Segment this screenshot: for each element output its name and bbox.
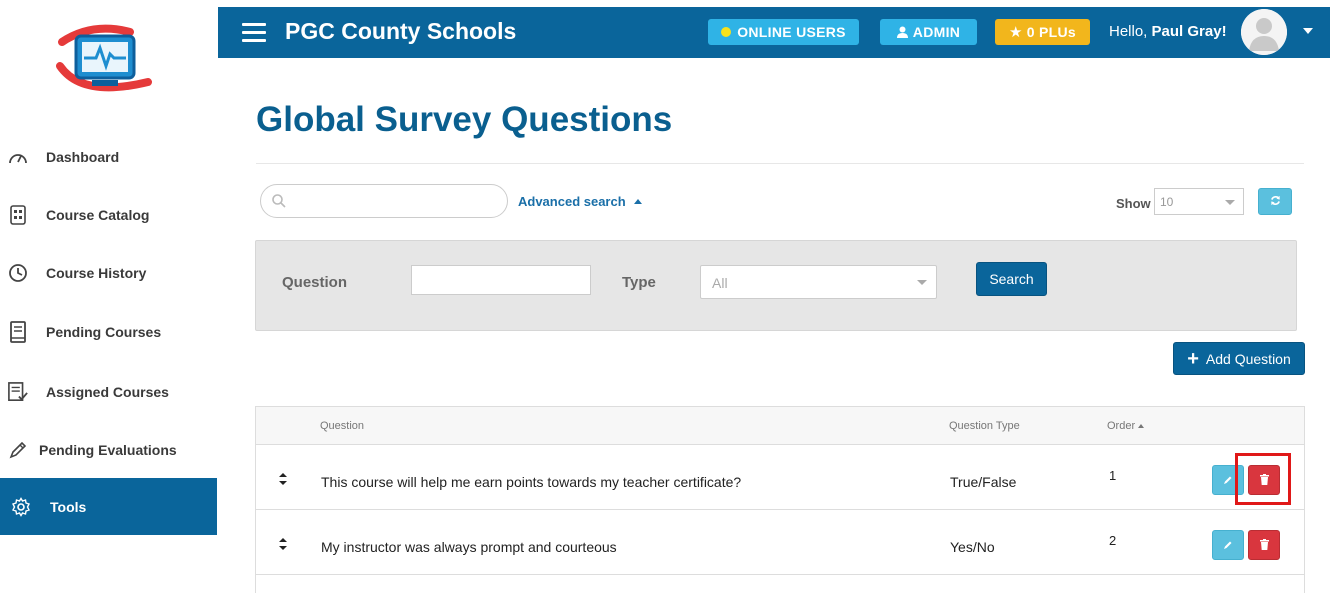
drag-handle-icon[interactable] — [278, 472, 288, 488]
sidebar-item-course-catalog[interactable]: Course Catalog — [0, 186, 217, 244]
star-icon: ★ — [1008, 24, 1023, 41]
pencil-icon — [1223, 537, 1233, 553]
question-type-cell: True/False — [950, 474, 1017, 490]
sort-asc-icon — [1138, 424, 1145, 428]
show-label: Show — [1116, 196, 1151, 211]
type-filter-select[interactable]: All — [700, 265, 937, 299]
plus-label: 0 PLUs — [1026, 24, 1076, 40]
table-row: My instructor was always prompt and cour… — [256, 510, 1304, 575]
search-icon — [271, 193, 287, 214]
sidebar-item-label: Course History — [46, 265, 147, 281]
advanced-search-label: Advanced search — [518, 194, 626, 209]
sidebar-item-dashboard[interactable]: Dashboard — [0, 128, 217, 186]
sidebar-item-label: Pending Courses — [46, 324, 162, 340]
delete-button-highlight — [1235, 453, 1291, 505]
question-cell: This course will help me earn points tow… — [321, 474, 742, 490]
sidebar-item-pending-evaluations[interactable]: Pending Evaluations — [0, 421, 217, 479]
sidebar-item-tools[interactable]: Tools — [0, 478, 217, 535]
plus-points-button[interactable]: ★ 0 PLUs — [995, 19, 1090, 45]
search-box[interactable] — [260, 184, 508, 218]
logo[interactable] — [52, 22, 158, 98]
column-header-order[interactable]: Order — [1107, 420, 1145, 432]
brand-title[interactable]: PGC County Schools — [285, 18, 516, 45]
question-type-cell: Yes/No — [950, 539, 995, 555]
hamburger-menu-icon[interactable] — [242, 23, 266, 42]
refresh-button[interactable] — [1258, 188, 1292, 215]
column-header-question[interactable]: Question — [320, 420, 364, 432]
sidebar-item-course-history[interactable]: Course History — [0, 244, 217, 302]
column-header-order-label: Order — [1107, 420, 1136, 432]
pencil-icon — [8, 440, 28, 460]
search-button[interactable]: Search — [976, 262, 1047, 296]
sidebar-item-pending-courses[interactable]: Pending Courses — [0, 303, 217, 361]
admin-button[interactable]: ADMIN — [880, 19, 977, 45]
user-name: Paul Gray! — [1151, 23, 1227, 40]
question-cell: My instructor was always prompt and cour… — [321, 539, 617, 555]
sidebar-item-label: Pending Evaluations — [39, 442, 177, 458]
book-icon — [8, 321, 28, 343]
search-input[interactable] — [291, 191, 491, 211]
column-header-question-type[interactable]: Question Type — [949, 420, 1020, 432]
add-question-label: Add Question — [1205, 350, 1291, 367]
type-filter-value: All — [712, 275, 728, 291]
catalog-icon — [8, 205, 28, 225]
chevron-down-icon — [1225, 200, 1235, 205]
edit-button[interactable] — [1212, 530, 1244, 560]
sidebar-item-label: Tools — [50, 498, 87, 515]
sidebar-item-assigned-courses[interactable]: Assigned Courses — [0, 363, 217, 421]
pencil-icon — [1223, 472, 1233, 488]
admin-label: ADMIN — [912, 24, 961, 40]
gear-icon — [11, 496, 31, 517]
plus-icon: + — [1187, 347, 1199, 370]
questions-table: Question Question Type Order This course… — [255, 406, 1305, 593]
status-dot-icon — [721, 27, 732, 37]
refresh-icon — [1270, 193, 1281, 211]
checklist-icon — [8, 382, 28, 402]
table-row: This course will help me earn points tow… — [256, 445, 1304, 510]
sidebar-item-label: Dashboard — [46, 149, 120, 165]
advanced-search-toggle[interactable]: Advanced search — [518, 194, 642, 209]
user-menu-chevron-down-icon[interactable] — [1303, 28, 1313, 34]
sidebar-item-label: Assigned Courses — [46, 384, 169, 400]
user-icon — [896, 26, 908, 38]
caret-up-icon — [633, 199, 642, 204]
advanced-search-panel: Question Type All Search — [255, 240, 1297, 331]
type-filter-label: Type — [622, 274, 656, 291]
sidebar-item-label: Course Catalog — [46, 207, 150, 223]
chevron-down-icon — [917, 280, 927, 285]
page-size-select[interactable]: 10 — [1154, 188, 1244, 215]
user-greeting: Hello, Paul Gray! — [1109, 23, 1227, 40]
add-question-button[interactable]: + Add Question — [1173, 342, 1305, 375]
sidebar: Dashboard Course Catalog Course History … — [0, 0, 217, 593]
avatar[interactable] — [1241, 9, 1287, 55]
clock-icon — [8, 263, 28, 283]
page-size-value: 10 — [1160, 195, 1174, 209]
table-header: Question Question Type Order — [256, 407, 1304, 445]
speedometer-icon — [8, 147, 28, 167]
divider — [256, 163, 1304, 164]
delete-button[interactable] — [1248, 530, 1280, 560]
question-filter-label: Question — [282, 274, 348, 291]
trash-icon — [1259, 537, 1269, 553]
drag-handle-icon[interactable] — [278, 537, 288, 553]
order-cell: 1 — [1109, 468, 1117, 483]
question-filter-input[interactable] — [411, 265, 591, 295]
page-title: Global Survey Questions — [256, 100, 673, 139]
online-users-button[interactable]: ONLINE USERS — [708, 19, 859, 45]
online-users-label: ONLINE USERS — [737, 24, 846, 40]
top-navbar: PGC County Schools ONLINE USERS ADMIN ★ … — [218, 7, 1330, 58]
greeting-text: Hello, — [1109, 23, 1148, 40]
order-cell: 2 — [1109, 533, 1117, 548]
